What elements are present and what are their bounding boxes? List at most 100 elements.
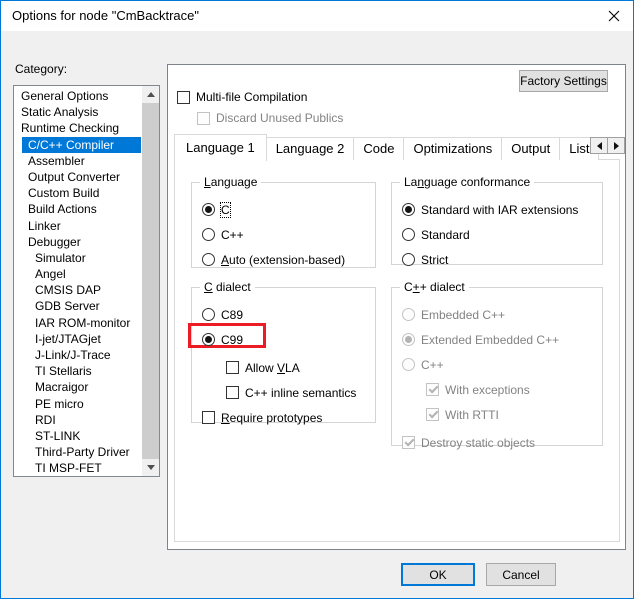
tab-language-2[interactable]: Language 2 <box>266 137 355 160</box>
tab-language-1[interactable]: Language 1 <box>174 134 267 161</box>
scroll-down-icon[interactable] <box>142 459 159 476</box>
checkbox-mark <box>426 408 439 421</box>
radio-c89[interactable]: C89 <box>202 302 371 327</box>
checkbox-with-exceptions: With exceptions <box>426 377 598 402</box>
checkbox-require-prototypes[interactable]: Require prototypes <box>202 405 371 430</box>
category-item-cmsis-dap[interactable]: CMSIS DAP <box>29 282 141 298</box>
category-list: General OptionsStatic AnalysisRuntime Ch… <box>15 88 141 475</box>
category-item-static-analysis[interactable]: Static Analysis <box>15 104 141 120</box>
options-dialog: Options for node "CmBacktrace" Category:… <box>0 0 634 599</box>
tab-output[interactable]: Output <box>501 137 560 160</box>
group-c-dialect: C dialectC89C99Allow VLAC++ inline seman… <box>191 287 376 423</box>
category-item-output-converter[interactable]: Output Converter <box>22 169 141 185</box>
category-item-angel[interactable]: Angel <box>29 266 141 282</box>
ok-button[interactable]: OK <box>401 563 475 586</box>
category-item-third-party-driver[interactable]: Third-Party Driver <box>29 444 141 460</box>
discard-unused-publics-checkbox: Discard Unused Publics <box>197 111 343 125</box>
label-destroy-static-objects: Destroy static objects <box>421 436 535 450</box>
radio-auto-extension-based[interactable]: Auto (extension-based) <box>202 247 371 272</box>
category-item-custom-build[interactable]: Custom Build <box>22 185 141 201</box>
label-standard: Standard <box>421 228 470 242</box>
category-item-i-jet-jtagjet[interactable]: I-jet/JTAGjet <box>29 331 141 347</box>
checkbox-destroy-static-objects: Destroy static objects <box>402 430 598 455</box>
radio-mark <box>202 333 215 346</box>
radio-mark <box>202 253 215 266</box>
label-c89: C89 <box>221 308 243 322</box>
category-item-ti-stellaris[interactable]: TI Stellaris <box>29 363 141 379</box>
category-item-gdb-server[interactable]: GDB Server <box>29 298 141 314</box>
checkbox-allow-vla[interactable]: Allow VLA <box>226 355 371 380</box>
radio-mark <box>202 228 215 241</box>
group-cpp-dialect: C++ dialectEmbedded C++Extended Embedded… <box>391 287 603 446</box>
radio-embedded-cpp: Embedded C++ <box>402 302 598 327</box>
category-item-rdi[interactable]: RDI <box>29 412 141 428</box>
tab-strip: Language 1Language 2CodeOptimizationsOut… <box>174 134 599 160</box>
label-c: C <box>221 203 230 217</box>
category-item-iar-rom-monitor[interactable]: IAR ROM-monitor <box>29 315 141 331</box>
radio-mark <box>402 358 415 371</box>
radio-cpp[interactable]: C++ <box>202 222 371 247</box>
tab-optimizations[interactable]: Optimizations <box>403 137 502 160</box>
label-strict: Strict <box>421 253 448 267</box>
cancel-button[interactable]: Cancel <box>486 563 556 586</box>
category-scrollbar[interactable] <box>142 86 159 476</box>
label-with-exceptions: With exceptions <box>445 383 530 397</box>
factory-settings-button[interactable]: Factory Settings <box>519 70 608 92</box>
radio-extended-embedded-cpp: Extended Embedded C++ <box>402 327 598 352</box>
title-bar[interactable]: Options for node "CmBacktrace" <box>1 1 633 31</box>
multi-file-compilation-label: Multi-file Compilation <box>196 90 307 104</box>
cancel-label: Cancel <box>502 568 539 582</box>
category-item-runtime-checking[interactable]: Runtime Checking <box>15 120 141 136</box>
label-extended-embedded-cpp: Extended Embedded C++ <box>421 333 559 347</box>
radio-c99[interactable]: C99 <box>202 327 371 352</box>
category-listbox: General OptionsStatic AnalysisRuntime Ch… <box>13 85 160 477</box>
factory-settings-label: Factory Settings <box>520 74 607 88</box>
category-item-simulator[interactable]: Simulator <box>29 250 141 266</box>
tab-code[interactable]: Code <box>353 137 404 160</box>
group-language: LanguageCC++Auto (extension-based) <box>191 182 376 268</box>
category-item-j-link-j-trace[interactable]: J-Link/J-Trace <box>29 347 141 363</box>
category-item-ti-msp-fet[interactable]: TI MSP-FET <box>29 460 141 475</box>
checkbox-mark <box>402 436 415 449</box>
checkbox-mark <box>177 91 190 104</box>
group-title-conformance: Language conformance <box>400 175 534 189</box>
multi-file-compilation-checkbox[interactable]: Multi-file Compilation <box>177 90 307 104</box>
radio-mark <box>202 308 215 321</box>
radio-strict[interactable]: Strict <box>402 247 598 272</box>
category-item-debugger[interactable]: Debugger <box>22 234 141 250</box>
label-cpp-inline-semantics: C++ inline semantics <box>245 386 356 400</box>
category-item-pe-micro[interactable]: PE micro <box>29 396 141 412</box>
arrow-right-icon <box>614 142 619 150</box>
label-require-prototypes: Require prototypes <box>221 411 322 425</box>
category-item-macraigor[interactable]: Macraigor <box>29 379 141 395</box>
label-auto-extension-based: Auto (extension-based) <box>221 253 345 267</box>
checkbox-mark <box>426 383 439 396</box>
radio-c[interactable]: C <box>202 197 371 222</box>
language-1-tab-page: LanguageCC++Auto (extension-based)Langua… <box>174 159 620 542</box>
radio-standard-with-iar-extensions[interactable]: Standard with IAR extensions <box>402 197 598 222</box>
label-allow-vla: Allow VLA <box>245 361 300 375</box>
radio-mark <box>402 308 415 321</box>
tab-scroll-right-button[interactable] <box>607 137 625 154</box>
radio-mark <box>202 203 215 216</box>
tab-scroll-left-button[interactable] <box>590 137 608 154</box>
scrollbar-thumb[interactable] <box>142 103 159 459</box>
category-item-general-options[interactable]: General Options <box>15 88 141 104</box>
category-item-linker[interactable]: Linker <box>22 218 141 234</box>
window-title: Options for node "CmBacktrace" <box>12 1 199 31</box>
checkbox-mark <box>202 411 215 424</box>
close-button[interactable] <box>597 2 631 30</box>
label-cpp: C++ <box>421 358 444 372</box>
checkbox-with-rtti: With RTTI <box>426 402 598 427</box>
group-conformance: Language conformanceStandard with IAR ex… <box>391 182 603 265</box>
group-title-cpp-dialect: C++ dialect <box>400 280 469 294</box>
checkbox-cpp-inline-semantics[interactable]: C++ inline semantics <box>226 380 371 405</box>
category-item-assembler[interactable]: Assembler <box>22 153 141 169</box>
category-item-build-actions[interactable]: Build Actions <box>22 201 141 217</box>
radio-mark <box>402 253 415 266</box>
category-item-st-link[interactable]: ST-LINK <box>29 428 141 444</box>
radio-standard[interactable]: Standard <box>402 222 598 247</box>
category-item-c-cpp-compiler[interactable]: C/C++ Compiler <box>22 137 141 153</box>
scroll-up-icon[interactable] <box>142 86 159 103</box>
discard-unused-publics-label: Discard Unused Publics <box>216 111 343 125</box>
